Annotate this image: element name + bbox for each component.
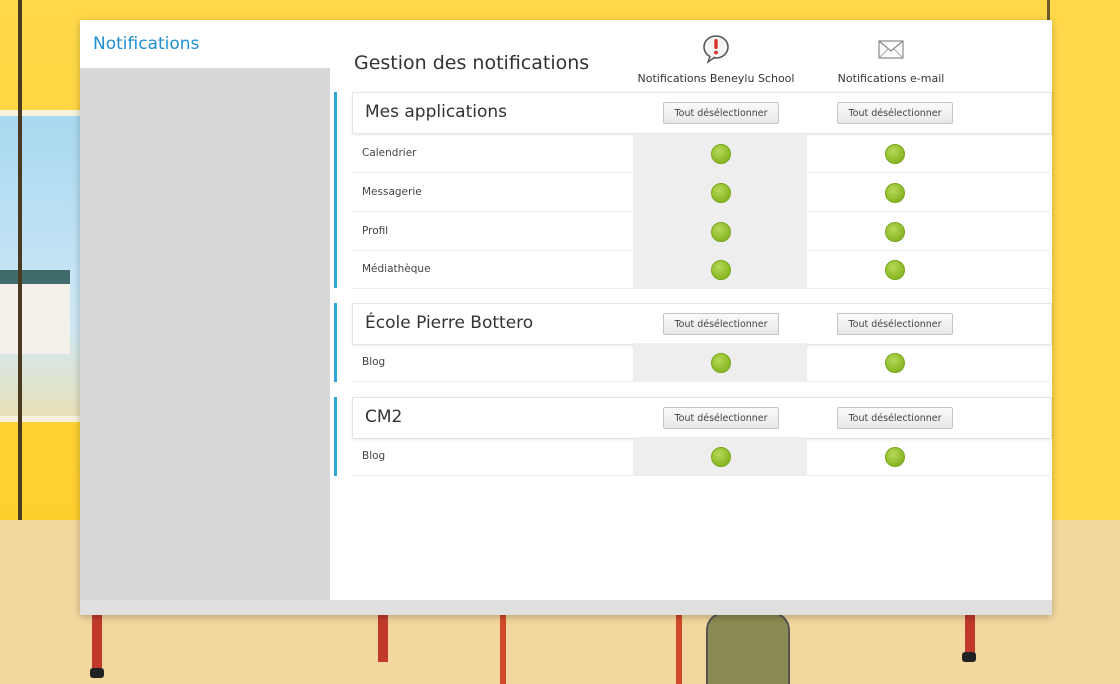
beneylu-toggle[interactable] <box>711 144 731 164</box>
table-row: Calendrier <box>352 134 1050 173</box>
background-house <box>0 270 70 354</box>
row-label: Blog <box>362 356 386 368</box>
section-header: Mes applications Tout désélectionner Tou… <box>352 92 1052 134</box>
row-label: Blog <box>362 450 386 462</box>
email-toggle[interactable] <box>885 447 905 467</box>
table-row: Médiathèque <box>352 250 1050 289</box>
table-row: Profil <box>352 212 1050 251</box>
desk-foot <box>90 668 104 678</box>
email-toggle[interactable] <box>885 222 905 242</box>
section-header: CM2 Tout désélectionner Tout désélection… <box>352 397 1052 439</box>
section-mes-applications: Mes applications Tout désélectionner Tou… <box>334 92 1052 289</box>
table-row: Messagerie <box>352 173 1050 212</box>
exclamation-bubble-icon <box>703 35 729 64</box>
email-toggle[interactable] <box>885 260 905 280</box>
row-label: Calendrier <box>362 147 417 159</box>
deselect-all-beneylu-button[interactable]: Tout désélectionner <box>663 102 779 124</box>
deselect-all-email-button[interactable]: Tout désélectionner <box>837 313 953 335</box>
background-backpack <box>706 612 790 684</box>
deselect-all-email-button[interactable]: Tout désélectionner <box>837 102 953 124</box>
page-title: Gestion des notifications <box>354 52 590 74</box>
envelope-icon <box>878 40 904 59</box>
background-right-wall <box>1047 0 1120 520</box>
column-header-email: Notifications e-mail <box>801 34 981 85</box>
section-title: École Pierre Bottero <box>365 313 534 333</box>
sidebar-item-notifications[interactable]: Notifications <box>80 20 330 68</box>
section-ecole-pierre-bottero: École Pierre Bottero Tout désélectionner… <box>334 303 1052 382</box>
section-accent-bar <box>334 92 337 288</box>
deselect-all-beneylu-button[interactable]: Tout désélectionner <box>663 407 779 429</box>
email-toggle[interactable] <box>885 353 905 373</box>
desk-leg <box>965 612 975 657</box>
desk-foot <box>962 652 976 662</box>
section-header: École Pierre Bottero Tout désélectionner… <box>352 303 1052 345</box>
row-label: Messagerie <box>362 186 422 198</box>
column-label-email: Notifications e-mail <box>837 72 945 85</box>
email-toggle[interactable] <box>885 144 905 164</box>
column-header-beneylu: Notifications Beneylu School <box>626 34 806 85</box>
beneylu-toggle[interactable] <box>711 222 731 242</box>
sidebar-title: Notifications <box>93 34 200 54</box>
sidebar: Notifications <box>80 20 330 615</box>
section-title: Mes applications <box>365 102 508 122</box>
column-label-beneylu: Notifications Beneylu School <box>637 72 795 85</box>
section-accent-bar <box>334 303 337 382</box>
beneylu-toggle[interactable] <box>711 447 731 467</box>
desk-leg <box>378 612 388 662</box>
table-row: Blog <box>352 437 1050 476</box>
deselect-all-email-button[interactable]: Tout désélectionner <box>837 407 953 429</box>
row-label: Médiathèque <box>362 263 431 275</box>
section-accent-bar <box>334 397 337 476</box>
panel-bottom-bar <box>80 600 1052 615</box>
beneylu-toggle[interactable] <box>711 183 731 203</box>
table-row: Blog <box>352 343 1050 382</box>
desk-leg <box>92 612 102 672</box>
main-content: Gestion des notifications Notifications … <box>332 20 1052 600</box>
beneylu-toggle[interactable] <box>711 260 731 280</box>
email-toggle[interactable] <box>885 183 905 203</box>
notifications-panel: Notifications Gestion des notifications … <box>80 20 1052 615</box>
deselect-all-beneylu-button[interactable]: Tout désélectionner <box>663 313 779 335</box>
section-cm2: CM2 Tout désélectionner Tout désélection… <box>334 397 1052 476</box>
beneylu-toggle[interactable] <box>711 353 731 373</box>
row-label: Profil <box>362 225 389 237</box>
section-title: CM2 <box>365 407 403 427</box>
